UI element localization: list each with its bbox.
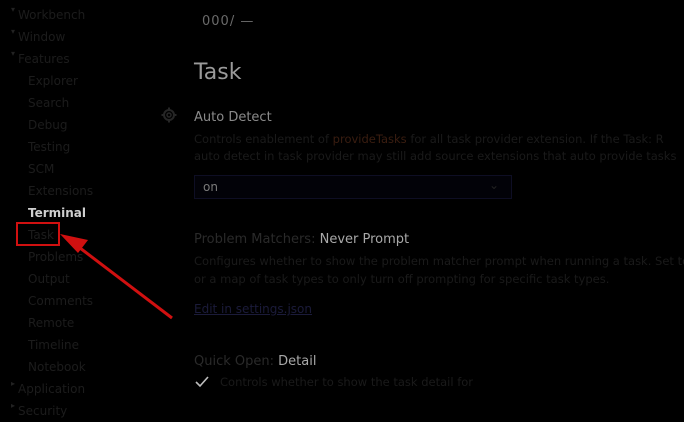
sidebar-item-security[interactable]: Security bbox=[18, 401, 67, 421]
quick-open-detail-checkbox[interactable] bbox=[194, 374, 210, 390]
sidebar-item-comments[interactable]: Comments bbox=[28, 291, 93, 311]
auto-detect-select[interactable]: on ⌄ bbox=[194, 175, 512, 199]
sidebar-item-remote[interactable]: Remote bbox=[28, 313, 74, 333]
problem-matchers-description-line-2: or a map of task types to only turn off … bbox=[194, 272, 610, 286]
settings-tree: ▾ Workbench ▾ Window ▾ Features Explorer Search… bbox=[0, 0, 160, 422]
quick-open-label: Quick Open: Detail bbox=[194, 354, 317, 369]
sidebar-item-extensions[interactable]: Extensions bbox=[28, 181, 93, 201]
settings-editor: 000/ — Task Auto Detect Controls enablem… bbox=[194, 0, 684, 422]
chevron-down-icon[interactable]: ▾ bbox=[8, 49, 18, 69]
quick-open-description: Controls whether to show the task detail… bbox=[220, 375, 473, 389]
sidebar-item-timeline[interactable]: Timeline bbox=[28, 335, 79, 355]
sidebar-item-output[interactable]: Output bbox=[28, 269, 70, 289]
sidebar-item-terminal[interactable]: Terminal bbox=[28, 203, 86, 223]
sidebar-item-testing[interactable]: Testing bbox=[28, 137, 70, 157]
problem-matchers-label: Problem Matchers: Never Prompt bbox=[194, 232, 410, 247]
gear-icon[interactable] bbox=[161, 107, 177, 123]
section-title: Task bbox=[194, 60, 242, 85]
edit-in-settings-json-link[interactable]: Edit in settings.json bbox=[194, 302, 312, 316]
breadcrumb: 000/ — bbox=[202, 14, 255, 29]
chevron-down-icon: ⌄ bbox=[488, 178, 499, 192]
annotation-highlight-box bbox=[16, 222, 60, 246]
sidebar-item-window[interactable]: Window bbox=[18, 27, 65, 47]
code-snippet: provideTasks bbox=[332, 132, 407, 146]
sidebar-item-explorer[interactable]: Explorer bbox=[28, 71, 78, 91]
auto-detect-label: Auto Detect bbox=[194, 110, 272, 125]
sidebar-item-notebook[interactable]: Notebook bbox=[28, 357, 86, 377]
chevron-right-icon[interactable]: ▸ bbox=[8, 401, 18, 421]
sidebar-item-debug[interactable]: Debug bbox=[28, 115, 67, 135]
sidebar-item-search[interactable]: Search bbox=[28, 93, 69, 113]
sidebar-item-scm[interactable]: SCM bbox=[28, 159, 54, 179]
sidebar-item-features[interactable]: Features bbox=[18, 49, 70, 69]
select-value: on bbox=[203, 180, 218, 194]
sidebar-item-workbench[interactable]: Workbench bbox=[18, 5, 85, 25]
chevron-right-icon[interactable]: ▸ bbox=[8, 379, 18, 399]
chevron-down-icon[interactable]: ▾ bbox=[8, 27, 18, 47]
sidebar-item-problems[interactable]: Problems bbox=[28, 247, 83, 267]
problem-matchers-description-line-1: Configures whether to show the problem m… bbox=[194, 254, 684, 268]
chevron-down-icon[interactable]: ▾ bbox=[8, 5, 18, 25]
sidebar-item-application[interactable]: Application bbox=[18, 379, 85, 399]
auto-detect-description-line-2: auto detect in task provider may still a… bbox=[194, 149, 677, 163]
auto-detect-description-line-1: Controls enablement of provideTasks for … bbox=[194, 132, 664, 146]
